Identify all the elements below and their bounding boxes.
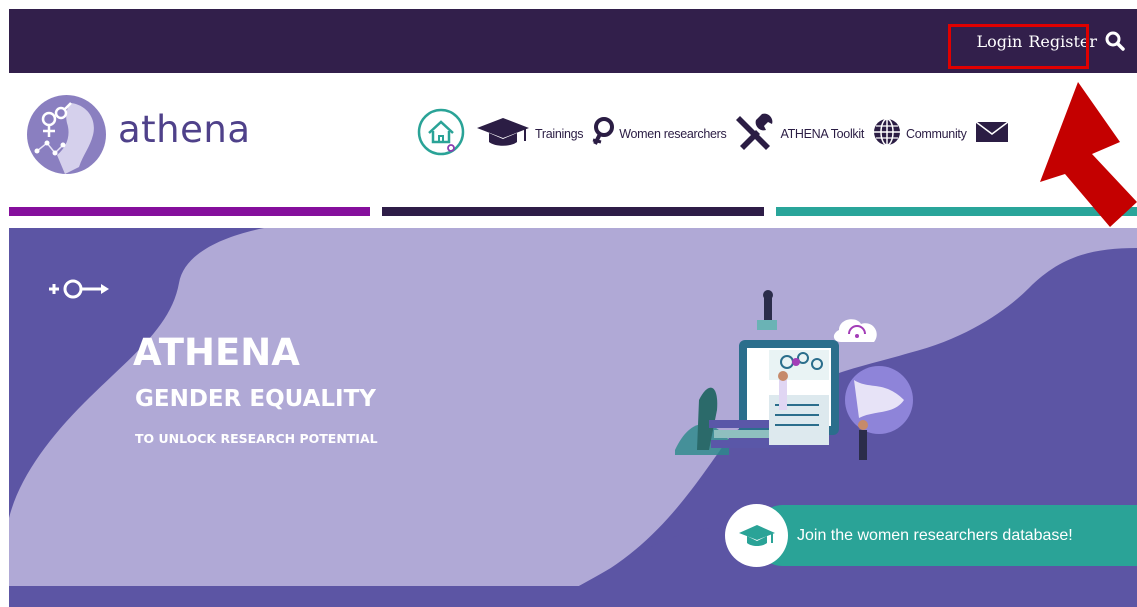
nav-item-women-researchers[interactable]: Women researchers (591, 116, 727, 153)
nav-item-home[interactable] (415, 106, 467, 163)
research-illustration (675, 290, 913, 460)
nav-label-athena-toolkit: ATHENA Toolkit (780, 127, 865, 141)
athena-logo-icon[interactable] (27, 95, 106, 174)
tools-icon (734, 112, 776, 157)
cta-graduation-cap-icon (725, 504, 788, 567)
nav-label-trainings: Trainings (535, 127, 584, 141)
annotation-arrow (1040, 82, 1137, 227)
nav-item-trainings[interactable]: Trainings (475, 115, 584, 154)
nav-label-women-researchers: Women researchers (619, 127, 727, 141)
nav-item-athena-toolkit[interactable]: ATHENA Toolkit (734, 112, 864, 157)
hero-title: ATHENA (133, 331, 300, 374)
join-database-cta[interactable]: Join the women researchers database! (725, 504, 1137, 567)
brand-name[interactable]: athena (118, 108, 251, 151)
female-symbol-icon (591, 116, 615, 153)
nav-item-community[interactable]: Community (872, 117, 967, 152)
stripe-purple (9, 207, 370, 216)
home-icon (415, 106, 467, 163)
stripe-dark (382, 207, 764, 216)
nav-item-contact[interactable] (975, 120, 1009, 149)
globe-icon (872, 117, 902, 152)
hero-tagline: TO UNLOCK RESEARCH POTENTIAL (135, 431, 378, 446)
gender-symbol-icon (43, 276, 113, 307)
hero-banner: ATHENA GENDER EQUALITY TO UNLOCK RESEARC… (9, 228, 1137, 607)
annotation-highlight-box (948, 24, 1089, 69)
graduation-cap-icon (475, 115, 531, 154)
envelope-icon (975, 120, 1009, 149)
main-nav: Trainings Women researchers ATHENA Toolk… (415, 105, 1017, 163)
cta-label: Join the women researchers database! (797, 527, 1073, 544)
search-icon[interactable] (1105, 31, 1125, 51)
nav-label-community: Community (906, 127, 967, 141)
hero-subtitle: GENDER EQUALITY (135, 386, 376, 412)
